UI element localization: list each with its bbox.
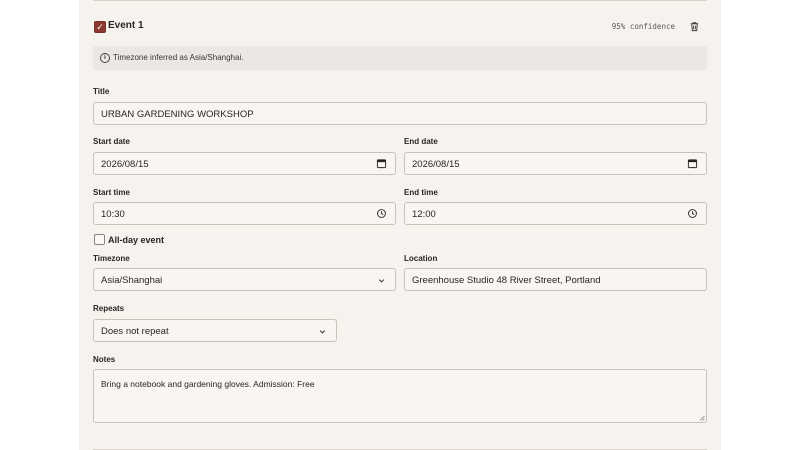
location-input[interactable]: Greenhouse Studio 48 River Street, Portl… xyxy=(404,268,707,291)
end-date-input[interactable]: 2026/08/15 xyxy=(404,152,707,175)
start-date-value: 2026/08/15 xyxy=(101,159,149,170)
end-time-label: End time xyxy=(404,188,438,197)
all-day-label[interactable]: All-day event xyxy=(108,235,164,245)
all-day-checkbox[interactable] xyxy=(94,234,105,245)
title-input[interactable]: URBAN GARDENING WORKSHOP xyxy=(93,102,707,125)
info-icon: i xyxy=(100,53,110,63)
notes-textarea[interactable]: Bring a notebook and gardening gloves. A… xyxy=(93,369,707,423)
end-time-input[interactable]: 12:00 xyxy=(404,202,707,225)
title-label: Title xyxy=(93,87,110,96)
chevron-down-icon xyxy=(378,279,385,283)
start-time-label: Start time xyxy=(93,188,130,197)
repeats-select[interactable]: Does not repeat xyxy=(93,319,337,342)
end-date-label: End date xyxy=(404,137,438,146)
event-select-checkbox[interactable]: ✓ xyxy=(94,21,106,33)
timezone-notice: i Timezone inferred as Asia/Shanghai. xyxy=(93,46,707,70)
calendar-icon[interactable] xyxy=(376,158,387,169)
start-time-value: 10:30 xyxy=(101,209,125,220)
timezone-value: Asia/Shanghai xyxy=(101,275,163,286)
divider xyxy=(93,0,707,1)
notes-value: Bring a notebook and gardening gloves. A… xyxy=(101,379,315,389)
timezone-select[interactable]: Asia/Shanghai xyxy=(93,268,396,291)
end-time-value: 12:00 xyxy=(412,209,436,220)
start-time-input[interactable]: 10:30 xyxy=(93,202,396,225)
location-value: Greenhouse Studio 48 River Street, Portl… xyxy=(412,275,601,286)
start-date-label: Start date xyxy=(93,137,130,146)
repeats-value: Does not repeat xyxy=(101,326,169,337)
resize-handle-icon[interactable] xyxy=(699,415,705,421)
chevron-down-icon xyxy=(319,330,326,334)
end-date-value: 2026/08/15 xyxy=(412,159,460,170)
repeats-label: Repeats xyxy=(93,304,125,313)
location-label: Location xyxy=(404,254,438,263)
event-title: Event 1 xyxy=(108,20,144,31)
start-date-input[interactable]: 2026/08/15 xyxy=(93,152,396,175)
confidence-label: 95% confidence xyxy=(611,22,675,31)
title-value: URBAN GARDENING WORKSHOP xyxy=(101,109,254,120)
trash-icon[interactable] xyxy=(689,21,700,32)
notice-text: Timezone inferred as Asia/Shanghai. xyxy=(113,53,244,62)
timezone-label: Timezone xyxy=(93,254,130,263)
clock-icon[interactable] xyxy=(687,208,698,219)
clock-icon[interactable] xyxy=(376,208,387,219)
calendar-icon[interactable] xyxy=(687,158,698,169)
notes-label: Notes xyxy=(93,355,116,364)
